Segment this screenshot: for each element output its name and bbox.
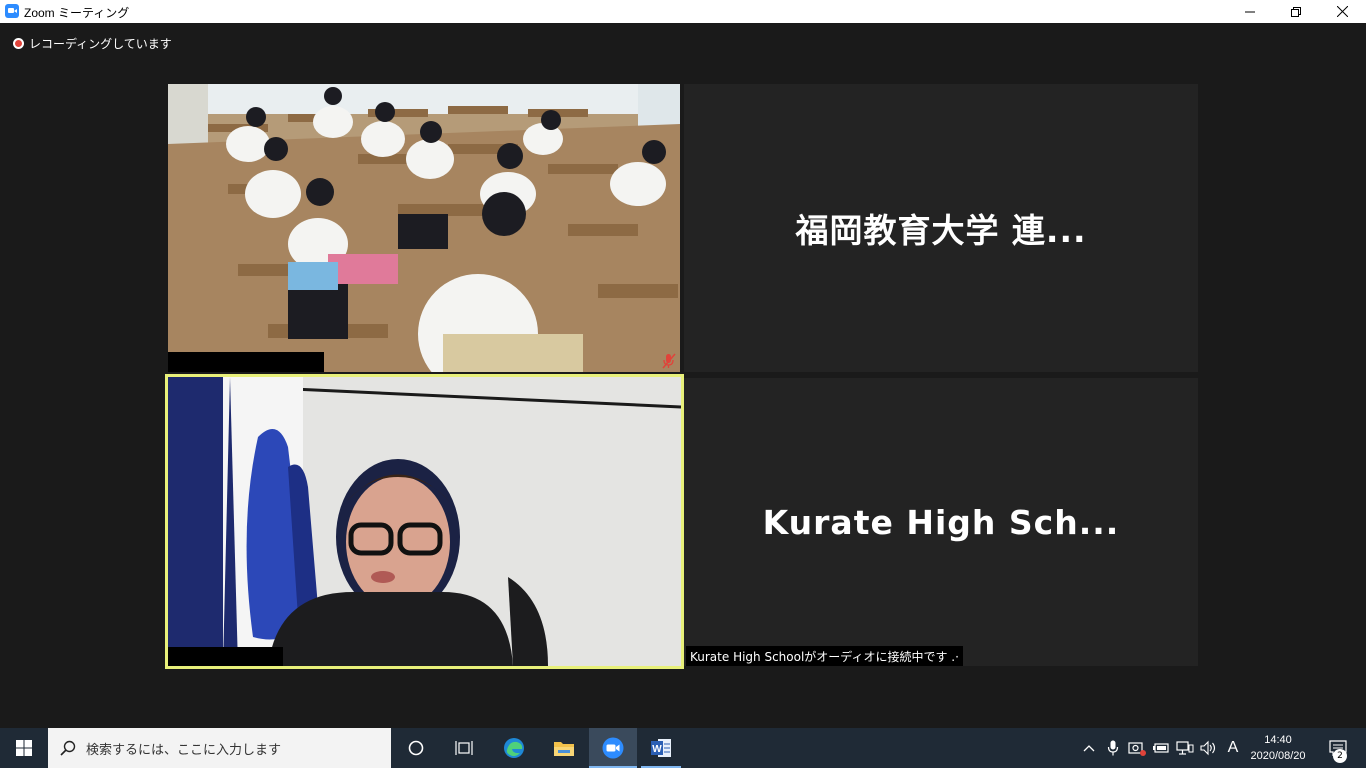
task-view-button[interactable]: [440, 728, 488, 768]
minimize-button[interactable]: [1227, 0, 1273, 23]
microphone-icon: [1107, 740, 1119, 756]
name-tag-redacted: [168, 352, 324, 372]
cortana-icon: [408, 740, 424, 756]
restore-icon: [1291, 6, 1301, 17]
title-bar: Zoom ミーティング: [0, 0, 1366, 23]
ime-mode-indicator[interactable]: A: [1221, 728, 1245, 768]
teacher-video: [168, 377, 681, 666]
clock-time: 14:40: [1264, 734, 1292, 746]
screen-share-tray-button[interactable]: [1125, 728, 1149, 768]
speaker-volume-icon: [1200, 740, 1216, 756]
word-icon: W: [651, 739, 671, 757]
start-button[interactable]: [0, 728, 48, 768]
windows-logo-icon: [16, 740, 32, 756]
volume-tray-button[interactable]: [1197, 728, 1221, 768]
recording-icon: [13, 37, 24, 49]
restore-button[interactable]: [1273, 0, 1319, 23]
window-title: Zoom ミーティング: [24, 6, 130, 20]
chevron-up-icon: [1083, 745, 1095, 752]
file-explorer-button[interactable]: [540, 728, 588, 768]
zoom-window: Zoom ミーティング レコーディングしています 福岡教育大学 連... Kur…: [0, 0, 1366, 768]
zoom-app-icon: [5, 4, 19, 18]
svg-text:W: W: [652, 744, 662, 755]
clock-date: 2020/08/20: [1250, 750, 1306, 762]
participant-name: Kurate High Sch...: [762, 502, 1120, 542]
battery-icon: [1153, 743, 1169, 753]
show-hidden-icons-button[interactable]: [1077, 728, 1101, 768]
taskbar-search-input[interactable]: 検索するには、ここに入力します: [48, 728, 391, 768]
notification-count-badge: 2: [1333, 749, 1347, 763]
audio-connecting-status: Kurate High Schoolがオーディオに接続中です .·: [686, 646, 963, 666]
video-tile-fukuoka[interactable]: 福岡教育大学 連...: [684, 84, 1198, 372]
word-taskbar-button[interactable]: W: [637, 728, 685, 768]
video-tile-classroom[interactable]: [168, 84, 680, 372]
recording-indicator[interactable]: レコーディングしています: [13, 35, 172, 51]
zoom-taskbar-button[interactable]: [589, 728, 637, 768]
task-view-icon: [455, 741, 473, 755]
camera-in-use-icon: [1128, 742, 1146, 756]
microphone-tray-button[interactable]: [1101, 728, 1125, 768]
network-icon: [1176, 741, 1194, 755]
search-placeholder: 検索するには、ここに入力します: [86, 741, 282, 757]
close-icon: [1336, 6, 1348, 17]
taskbar-clock[interactable]: 14:40 2020/08/20: [1244, 728, 1312, 768]
participant-name: 福岡教育大学 連...: [795, 211, 1087, 250]
minimize-icon: [1245, 11, 1255, 12]
zoom-icon: [602, 737, 624, 759]
recording-label: レコーディングしています: [29, 36, 172, 51]
edge-icon: [504, 738, 524, 758]
close-button[interactable]: [1319, 0, 1365, 23]
windows-taskbar: 検索するには、ここに入力します W A 14:40 2020/08/20: [0, 728, 1366, 768]
video-tile-kurate[interactable]: Kurate High Sch... Kurate High Schoolがオー…: [684, 378, 1198, 666]
edge-button[interactable]: [490, 728, 538, 768]
file-explorer-icon: [554, 742, 574, 756]
cortana-button[interactable]: [392, 728, 440, 768]
muted-mic-icon: [662, 353, 676, 369]
search-icon: [60, 740, 76, 756]
classroom-video: [168, 84, 680, 372]
battery-tray-button[interactable]: [1149, 728, 1173, 768]
network-tray-button[interactable]: [1173, 728, 1197, 768]
video-tile-active-speaker[interactable]: [165, 374, 684, 669]
